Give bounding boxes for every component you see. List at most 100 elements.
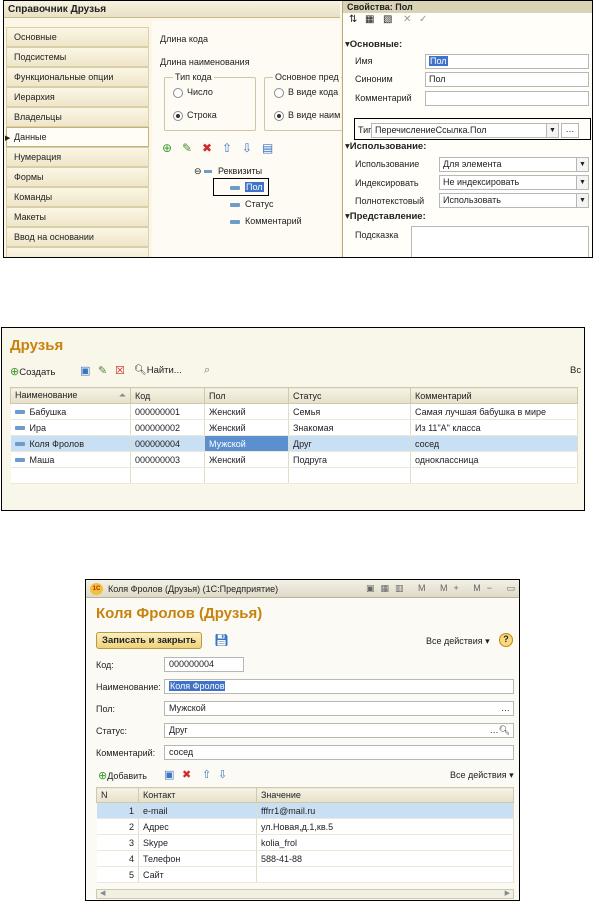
nav-item[interactable]: Владельцы (6, 107, 149, 127)
table-row-selected[interactable]: Коля Фролов 000000004 Мужской Друг сосед (10, 435, 578, 452)
save-icon[interactable]: 💾︎ (214, 633, 229, 647)
type-select-button[interactable]: … (561, 123, 579, 138)
nav-item[interactable]: Подсистемы (6, 47, 149, 67)
comment-label: Комментарий: (96, 748, 156, 758)
table-row[interactable]: 2 Адрес ул.Новая,д.1,кв.5 (96, 818, 514, 835)
tree-collapse-icon[interactable]: ⊖ (194, 166, 213, 177)
gender-field[interactable]: Мужской… (164, 701, 514, 716)
synonym-field[interactable]: Пол (425, 72, 589, 87)
table-row[interactable]: 3 Skype kolia_frol (96, 834, 514, 851)
column-header[interactable]: Значение (256, 787, 514, 803)
gender-label: Пол: (96, 704, 116, 714)
column-header[interactable]: Комментарий (410, 387, 578, 404)
synonym-label: Синоним (355, 74, 393, 84)
help-icon[interactable]: ? (499, 633, 513, 647)
edit-icon[interactable]: ✎ (98, 364, 107, 377)
number-radio[interactable] (173, 88, 183, 98)
nav-item-selected[interactable]: ▶ Данные (5, 127, 149, 147)
move-down-icon[interactable]: ⇩ (242, 141, 252, 155)
fulltext-select[interactable]: Использовать ▼ (439, 193, 589, 208)
titlebar-tools[interactable]: ▣▦▥ M M+ M− ▭ ✕ (366, 583, 519, 594)
chevron-down-icon[interactable]: ▼ (576, 176, 588, 189)
delete-icon[interactable]: ☒ (115, 364, 125, 377)
status-label: Статус: (96, 726, 127, 736)
edit-icon[interactable]: ✎ (182, 141, 192, 155)
table-row[interactable]: 5 Сайт (96, 866, 514, 883)
nav-item[interactable]: Иерархия (6, 87, 149, 107)
hint-field[interactable] (411, 226, 589, 257)
usage-select[interactable]: Для элемента ▼ (439, 157, 589, 172)
table-row[interactable]: 4 Телефон 588-41-88 (96, 850, 514, 867)
all-actions-button[interactable]: Вс (570, 365, 581, 376)
nav-item[interactable] (6, 247, 149, 257)
nav-item[interactable]: Формы (6, 167, 149, 187)
clear-icon[interactable]: ✕ (403, 14, 411, 25)
horizontal-scrollbar[interactable]: ◀ ▶ (96, 889, 514, 899)
select-button[interactable]: … (501, 703, 510, 713)
move-up-icon[interactable]: ⇧ (222, 141, 232, 155)
section-usage: ▾Использование: (345, 141, 427, 152)
move-up-icon[interactable]: ⇧ (202, 768, 211, 781)
table-all-actions-button[interactable]: Все действия ▾ (450, 770, 514, 781)
categories-icon[interactable]: ▦ (365, 14, 374, 25)
select-search-icon[interactable]: …🔍︎ (490, 725, 510, 736)
list-icon[interactable]: ▤ (262, 141, 273, 155)
column-header[interactable]: Пол (204, 387, 289, 404)
tree-root-label: Реквизиты (218, 166, 263, 176)
as-name-radio[interactable] (274, 111, 284, 121)
column-header[interactable]: Наименование ⏶ (10, 387, 131, 404)
create-button[interactable]: ⊕Создать (10, 365, 55, 378)
name-field[interactable]: Коля Фролов (164, 679, 514, 694)
column-header[interactable]: Код (130, 387, 205, 404)
index-select[interactable]: Не индексировать ▼ (439, 175, 589, 190)
code-label: Код: (96, 660, 114, 670)
nav-item[interactable]: Ввод на основании (6, 227, 149, 247)
move-down-icon[interactable]: ⇩ (218, 768, 227, 781)
chevron-down-icon[interactable]: ▼ (546, 124, 558, 137)
column-header[interactable]: Контакт (138, 787, 257, 803)
table-header: Наименование ⏶ Код Пол Статус Комментарий (10, 387, 578, 404)
copy-icon[interactable]: ▣ (80, 364, 90, 377)
add-icon[interactable]: ⊕ (162, 141, 172, 155)
check-icon[interactable]: ✓ (419, 14, 427, 25)
comment-field[interactable] (425, 91, 589, 106)
chevron-down-icon[interactable]: ▼ (576, 194, 588, 207)
comment-field[interactable]: сосед (164, 745, 514, 760)
nav-item[interactable]: Функциональные опции (6, 67, 149, 87)
delete-icon[interactable]: ✖ (202, 141, 212, 155)
table-row[interactable]: Ира 000000002 Женский Знакомая Из 11"А" клас… (10, 419, 578, 436)
cancel-search-icon[interactable]: ⌕ (204, 364, 210, 377)
type-field[interactable]: ПеречислениеСсылка.Пол ▼ (371, 123, 559, 138)
properties-panel: Свойства: Пол ⇅ ▦ ▧ ✕ ✓ ▾Основные: Имя П… (342, 1, 592, 257)
name-label: Наименование: (96, 682, 161, 692)
column-header[interactable]: N (96, 787, 139, 803)
catalog-title: Справочник Друзья (4, 1, 340, 18)
sort-icon[interactable]: ⇅ (349, 14, 357, 25)
chevron-down-icon[interactable]: ▼ (576, 158, 588, 171)
all-actions-button[interactable]: Все действия ▾ (426, 636, 490, 647)
nav-item[interactable]: Основные (6, 27, 149, 47)
add-icon: ⊕ (98, 770, 108, 782)
table-row[interactable]: Маша 000000003 Женский Подруга одноклассница (10, 451, 578, 468)
nav-item[interactable]: Макеты (6, 207, 149, 227)
nav-item[interactable]: Нумерация (6, 147, 149, 167)
copy-icon[interactable]: ▣ (164, 768, 174, 781)
status-field[interactable]: Друг …🔍︎ (164, 723, 514, 738)
nav-item[interactable]: Команды (6, 187, 149, 207)
attribute-item[interactable]: Пол (230, 182, 264, 192)
delete-icon[interactable]: ✖ (182, 768, 191, 781)
save-close-button[interactable]: Записать и закрыть (96, 632, 203, 649)
name-field[interactable]: Пол (425, 54, 589, 69)
code-field[interactable]: 000000004 (164, 657, 244, 672)
as-code-radio[interactable] (274, 88, 284, 98)
column-header[interactable]: Статус (288, 387, 411, 404)
filter-icon[interactable]: ▧ (383, 14, 392, 25)
attribute-item[interactable]: Комментарий (230, 216, 302, 226)
catalog-nav: Основные Подсистемы Функциональные опции… (4, 23, 150, 257)
string-radio[interactable] (173, 111, 183, 121)
find-button[interactable]: 🔍︎Найти... (134, 365, 182, 376)
table-row-selected[interactable]: 1 e-mail fffrr1@mail.ru (96, 802, 514, 819)
add-button[interactable]: ⊕Добавить (98, 769, 147, 782)
attribute-item[interactable]: Статус (230, 199, 273, 209)
table-row[interactable]: Бабушка 000000001 Женский Семья Самая лучшая… (10, 403, 578, 420)
